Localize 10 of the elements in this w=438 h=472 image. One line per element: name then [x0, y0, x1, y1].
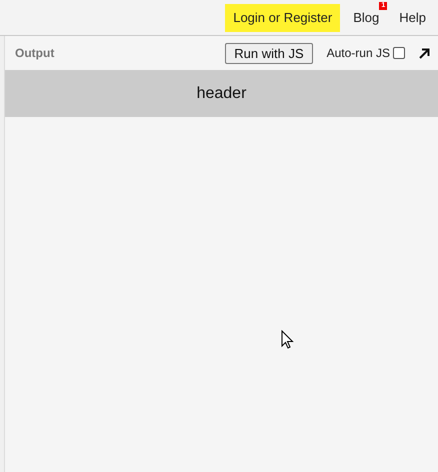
help-link[interactable]: Help: [399, 8, 426, 28]
login-link[interactable]: Login or Register: [225, 4, 340, 32]
panel-title: Output: [15, 45, 54, 62]
mouse-pointer-icon: [281, 330, 294, 349]
preview-header: header: [5, 70, 438, 117]
blog-link[interactable]: Blog: [353, 8, 380, 28]
autorun-checkbox[interactable]: [393, 47, 405, 59]
run-button[interactable]: Run with JS: [225, 42, 313, 64]
autorun-label: Auto-run JS: [326, 45, 390, 62]
expand-arrow-icon[interactable]: [419, 48, 430, 58]
